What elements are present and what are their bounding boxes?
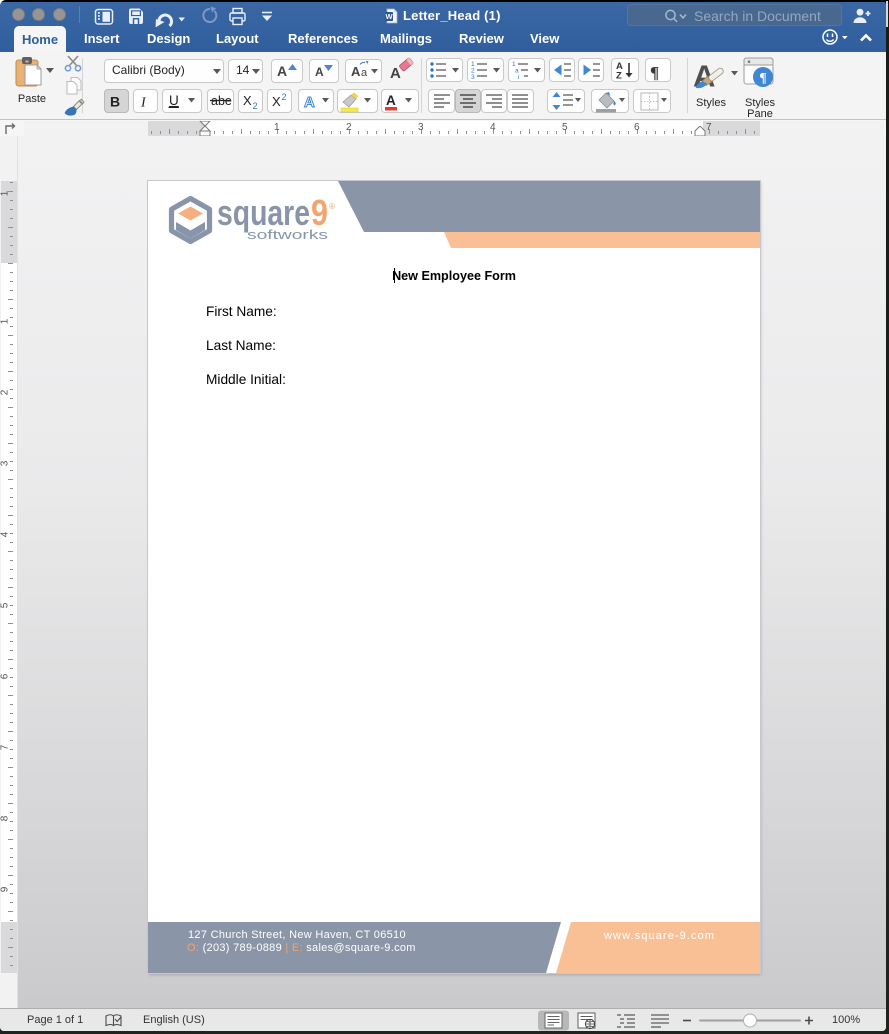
svg-text:A: A bbox=[304, 94, 315, 111]
svg-text:i: i bbox=[518, 74, 519, 81]
svg-text:3: 3 bbox=[471, 74, 475, 81]
svg-text:U: U bbox=[169, 93, 179, 108]
svg-text:A: A bbox=[386, 93, 396, 108]
svg-text:Z: Z bbox=[616, 71, 622, 82]
svg-text:X: X bbox=[272, 94, 281, 109]
svg-text:B: B bbox=[110, 94, 120, 110]
svg-text:A: A bbox=[390, 65, 401, 82]
svg-text:A: A bbox=[351, 64, 361, 79]
svg-text:2: 2 bbox=[253, 101, 258, 111]
svg-text:¶: ¶ bbox=[759, 70, 766, 85]
svg-text:A: A bbox=[315, 65, 324, 79]
svg-text:softworks: softworks bbox=[247, 227, 329, 242]
svg-text:2: 2 bbox=[282, 92, 287, 102]
svg-text:®: ® bbox=[329, 202, 335, 211]
svg-text:a: a bbox=[361, 67, 368, 79]
svg-text:X: X bbox=[243, 93, 252, 108]
svg-text:W: W bbox=[385, 12, 393, 21]
svg-text:¶: ¶ bbox=[650, 63, 659, 82]
svg-text:I: I bbox=[140, 96, 147, 111]
svg-text:A: A bbox=[277, 63, 287, 79]
